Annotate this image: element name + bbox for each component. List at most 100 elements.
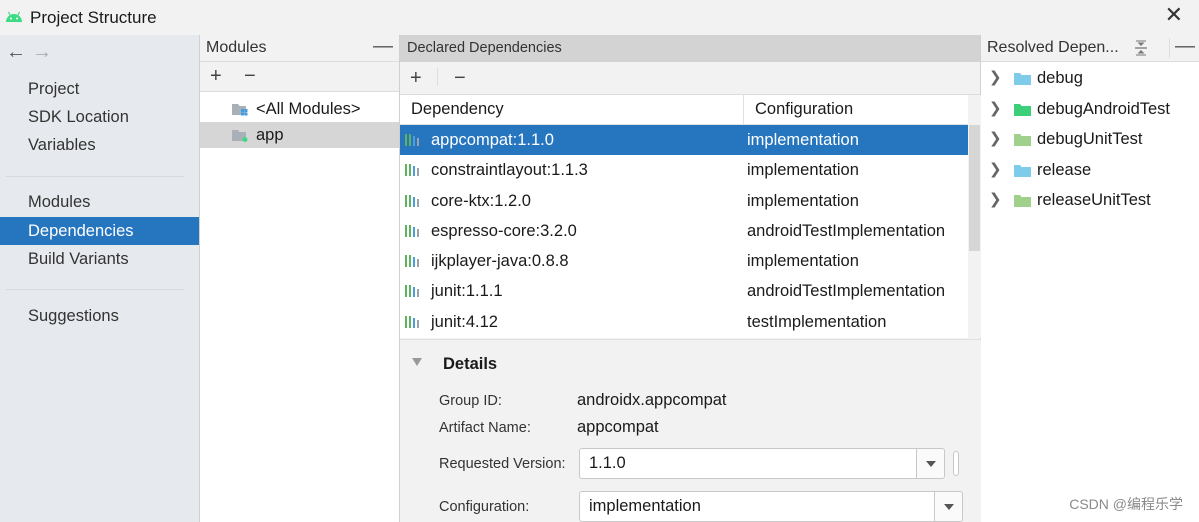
dependency-name: junit:1.1.1	[431, 282, 503, 301]
library-icon	[405, 315, 419, 328]
tree-item[interactable]: ❯ debugAndroidTest	[981, 94, 1199, 125]
configuration-label: Configuration:	[439, 499, 530, 515]
table-header: Dependency Configuration	[400, 95, 968, 125]
chevron-right-icon[interactable]: ❯	[989, 94, 1002, 124]
module-label: app	[256, 126, 284, 144]
modules-panel-title: Modules	[206, 39, 267, 56]
configuration-combobox[interactable]: implementation	[579, 491, 963, 522]
module-item-all-modules[interactable]: <All Modules>	[200, 96, 399, 122]
folder-icon	[1014, 164, 1031, 177]
resolved-dependencies-panel: Resolved Depen... — ❯ debug ❯ debugAndroidT…	[981, 35, 1199, 522]
tree-item[interactable]: ❯ debugUnitTest	[981, 124, 1199, 155]
toolbar-divider	[437, 68, 438, 86]
declared-dependencies-panel: Declared Dependencies + − Dependency Con…	[400, 35, 981, 522]
dependency-configuration: androidTestImplementation	[747, 282, 946, 301]
table-row[interactable]: junit:1.1.1 androidTestImplementation	[400, 276, 968, 306]
sidebar-item-build-variants[interactable]: Build Variants	[0, 245, 199, 273]
column-divider[interactable]	[743, 95, 744, 125]
dependency-name: ijkplayer-java:0.8.8	[431, 252, 569, 271]
sidebar-divider	[6, 176, 184, 177]
requested-version-combobox[interactable]: 1.1.0	[579, 448, 945, 479]
minimize-icon[interactable]: —	[1175, 35, 1195, 58]
tree-item[interactable]: ❯ release	[981, 155, 1199, 186]
sidebar-item-dependencies[interactable]: Dependencies	[0, 217, 199, 245]
table-row[interactable]: appcompat:1.1.0 implementation	[400, 125, 968, 156]
group-id-label: Group ID:	[439, 393, 502, 409]
add-module-button[interactable]: +	[210, 65, 222, 87]
artifact-name-value: appcompat	[577, 418, 659, 436]
chevron-right-icon[interactable]: ❯	[989, 185, 1002, 215]
table-row[interactable]: core-ktx:1.2.0 implementation	[400, 186, 968, 216]
sidebar-item-suggestions[interactable]: Suggestions	[0, 302, 199, 330]
tree-item-label: release	[1037, 160, 1092, 179]
add-dependency-button[interactable]: +	[410, 67, 422, 89]
sidebar: ← → Project SDK Location Variables Module…	[0, 35, 200, 522]
library-icon	[405, 224, 419, 237]
sidebar-item-variables[interactable]: Variables	[0, 131, 199, 159]
close-icon[interactable]: ✕	[1165, 4, 1183, 26]
sidebar-divider	[6, 289, 184, 290]
table-scrollbar[interactable]	[968, 95, 981, 338]
column-header-dependency[interactable]: Dependency	[411, 100, 504, 119]
remove-dependency-button[interactable]: −	[454, 67, 466, 89]
title-bar: Project Structure ✕	[0, 0, 1199, 35]
library-icon	[405, 255, 419, 268]
sidebar-item-project[interactable]: Project	[0, 75, 199, 103]
configuration-value[interactable]: implementation	[589, 497, 701, 516]
tree-item-label: debugUnitTest	[1037, 130, 1143, 148]
folder-icon	[1014, 73, 1031, 85]
tree-item-label: debugAndroidTest	[1037, 99, 1171, 118]
folder-icon	[1014, 134, 1031, 146]
requested-version-label: Requested Version:	[439, 456, 566, 472]
chevron-right-icon[interactable]: ❯	[989, 124, 1002, 154]
back-arrow-icon[interactable]: ←	[6, 41, 32, 64]
module-label: <All Modules>	[256, 100, 361, 118]
chevron-right-icon[interactable]: ❯	[989, 63, 1002, 93]
artifact-name-label: Artifact Name:	[439, 420, 531, 436]
chevron-down-icon[interactable]	[916, 449, 944, 478]
chevron-down-icon[interactable]	[934, 492, 962, 521]
details-title: Details	[443, 355, 498, 373]
tree-item-label: releaseUnitTest	[1037, 191, 1151, 209]
group-id-value: androidx.appcompat	[577, 391, 727, 409]
dependency-name: junit:4.12	[431, 312, 498, 331]
dependency-name: espresso-core:3.2.0	[431, 221, 577, 240]
folder-icon	[1014, 103, 1031, 116]
version-indicator	[953, 451, 959, 476]
dependency-name: core-ktx:1.2.0	[431, 191, 531, 210]
details-section: Details Group ID: androidx.appcompat Art…	[400, 339, 981, 522]
dependency-configuration: testImplementation	[747, 312, 887, 331]
collapse-triangle-icon[interactable]	[412, 358, 422, 366]
remove-module-button[interactable]: −	[244, 65, 256, 87]
minimize-icon[interactable]: —	[373, 35, 393, 58]
table-row[interactable]: espresso-core:3.2.0 androidTestImplementa…	[400, 216, 968, 246]
window-title: Project Structure	[30, 8, 157, 27]
library-icon	[405, 134, 419, 146]
all-modules-folder-icon	[232, 104, 248, 116]
library-icon	[405, 194, 419, 207]
sidebar-item-sdk-location[interactable]: SDK Location	[0, 103, 199, 131]
modules-panel: Modules — + − <All Modules> app	[200, 35, 400, 522]
dependency-configuration: implementation	[747, 131, 859, 149]
dependency-configuration: androidTestImplementation	[747, 221, 946, 240]
chevron-right-icon[interactable]: ❯	[989, 155, 1002, 185]
declared-dependencies-title: Declared Dependencies	[407, 40, 562, 56]
table-row[interactable]: constraintlayout:1.1.3 implementation	[400, 155, 968, 185]
sidebar-item-modules[interactable]: Modules	[0, 188, 199, 216]
tree-item[interactable]: ❯ debug	[981, 63, 1199, 94]
module-item-app[interactable]: app	[200, 122, 399, 148]
scrollbar-thumb[interactable]	[969, 125, 980, 251]
dependencies-table: Dependency Configuration appcompat:1.1.0…	[400, 95, 968, 338]
tree-item[interactable]: ❯ releaseUnitTest	[981, 185, 1199, 216]
table-row[interactable]: junit:4.12 testImplementation	[400, 307, 968, 337]
table-row[interactable]: ijkplayer-java:0.8.8 implementation	[400, 246, 968, 276]
folder-icon	[1014, 195, 1031, 207]
column-header-configuration[interactable]: Configuration	[755, 100, 853, 119]
module-folder-icon	[232, 130, 248, 142]
forward-arrow-icon[interactable]: →	[32, 41, 58, 64]
dependency-name: constraintlayout:1.1.3	[431, 161, 588, 180]
requested-version-value[interactable]: 1.1.0	[589, 454, 626, 473]
collapse-all-icon[interactable]	[1134, 40, 1148, 56]
dependency-configuration: implementation	[747, 191, 859, 210]
resolved-dependencies-title: Resolved Depen...	[987, 39, 1119, 56]
